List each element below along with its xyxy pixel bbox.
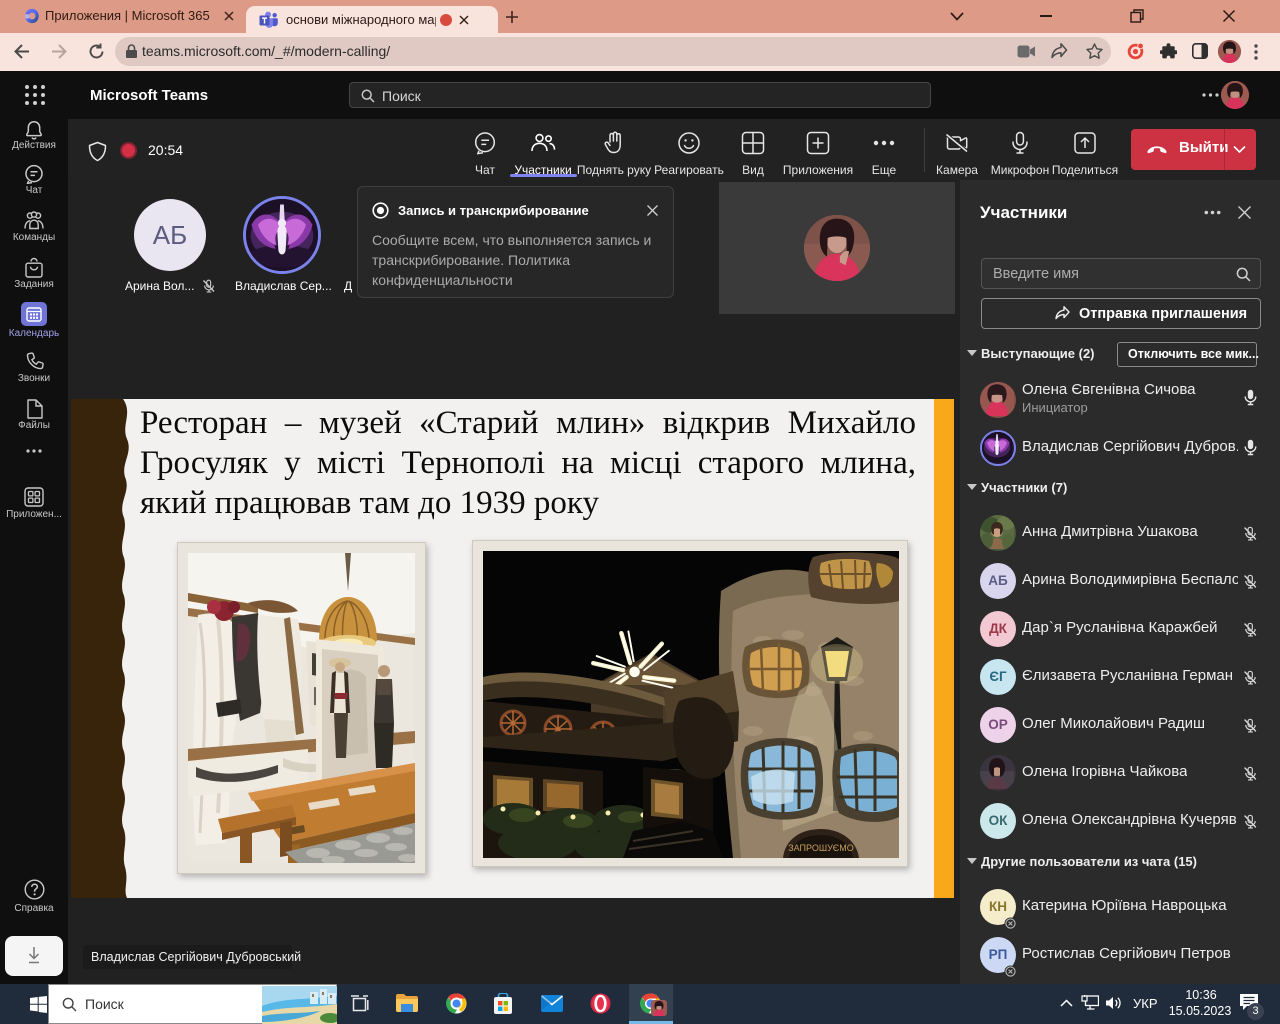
svg-text:ЗАПРОШУЄМО: ЗАПРОШУЄМО <box>788 843 854 853</box>
